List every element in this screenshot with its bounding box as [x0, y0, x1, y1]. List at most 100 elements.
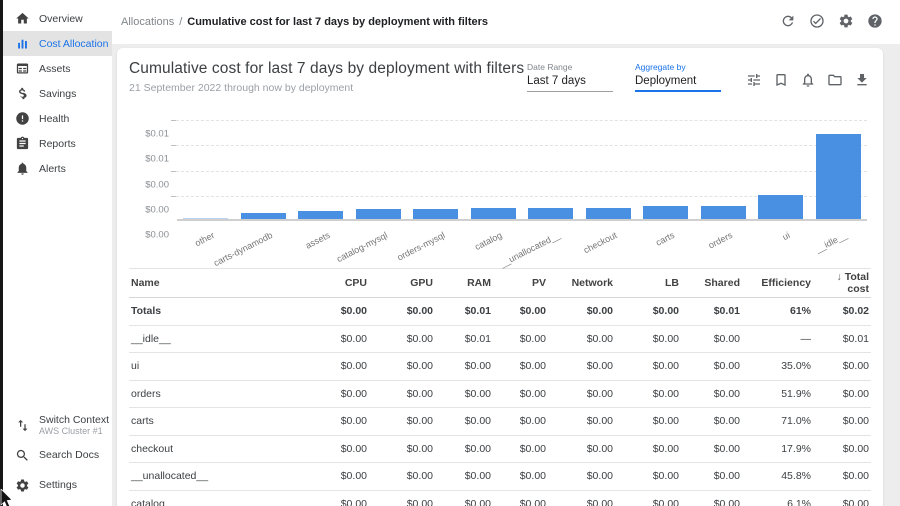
bar-slot — [350, 120, 408, 219]
bar-slot — [810, 120, 868, 219]
column-header-name[interactable]: Name — [129, 277, 299, 289]
row-value-cell: $0.00 — [299, 415, 369, 427]
sidebar-item-alerts[interactable]: Alerts — [3, 156, 112, 181]
row-value-cell: $0.00 — [493, 470, 548, 482]
sidebar-item-reports[interactable]: Reports — [3, 131, 112, 156]
bar-slot — [407, 120, 465, 219]
y-axis-label: $0.01 — [145, 129, 169, 140]
column-header-efficiency[interactable]: Efficiency — [742, 277, 813, 289]
bar-unallocated[interactable] — [528, 208, 573, 219]
row-value-cell: 61% — [742, 305, 813, 317]
row-name-cell: checkout — [129, 443, 299, 455]
table-row-checkout[interactable]: checkout$0.00$0.00$0.00$0.00$0.00$0.00$0… — [129, 436, 871, 464]
row-value-cell: $0.00 — [681, 470, 742, 482]
edit-filters-button[interactable] — [745, 72, 763, 90]
row-value-cell: 35.0% — [742, 360, 813, 372]
sidebar-item-savings[interactable]: Savings — [3, 81, 112, 106]
report-alerts-button[interactable] — [799, 72, 817, 90]
date-range-select[interactable]: Date Range Last 7 days — [527, 62, 613, 92]
row-name-cell: carts — [129, 415, 299, 427]
column-header-shared[interactable]: Shared — [681, 277, 742, 289]
column-header-pv[interactable]: PV — [493, 277, 548, 289]
mouse-cursor — [0, 489, 16, 506]
row-value-cell: $0.00 — [493, 443, 548, 455]
row-name-cell: Totals — [129, 305, 299, 317]
bar-carts[interactable] — [643, 206, 688, 219]
column-header-network[interactable]: Network — [548, 277, 615, 289]
sort-descending-icon: ↓ — [836, 271, 841, 283]
table-row-ui[interactable]: ui$0.00$0.00$0.00$0.00$0.00$0.00$0.0035.… — [129, 353, 871, 381]
bar-orders-mysql[interactable] — [413, 209, 458, 219]
check-circle-icon — [809, 13, 825, 32]
bar-catalog-mysql[interactable] — [356, 209, 401, 219]
breadcrumb-separator: / — [179, 16, 182, 28]
report-header: Cumulative cost for last 7 days by deplo… — [129, 48, 871, 106]
row-value-cell: $0.01 — [435, 333, 493, 345]
x-axis-label-ui: ui — [780, 230, 791, 242]
table-row-orders[interactable]: orders$0.00$0.00$0.00$0.00$0.00$0.00$0.0… — [129, 381, 871, 409]
row-value-cell: $0.02 — [813, 305, 871, 317]
sidebar: Overview Cost AllocationAssetsSavingsHeal… — [3, 0, 112, 506]
table-row-carts[interactable]: carts$0.00$0.00$0.00$0.00$0.00$0.00$0.00… — [129, 408, 871, 436]
row-value-cell: $0.00 — [548, 443, 615, 455]
row-value-cell: $0.00 — [493, 498, 548, 506]
app-settings-button[interactable] — [837, 13, 855, 31]
sidebar-item-health[interactable]: Health — [3, 106, 112, 131]
download-report-button[interactable] — [853, 72, 871, 90]
column-header-ram[interactable]: RAM — [435, 277, 493, 289]
bar-assets[interactable] — [298, 211, 343, 219]
sidebar-item-switch-context[interactable]: Switch ContextAWS Cluster #1 — [3, 410, 112, 440]
row-value-cell: $0.00 — [615, 333, 681, 345]
bar-slot — [695, 120, 753, 219]
report-card: Cumulative cost for last 7 days by deplo… — [117, 48, 883, 506]
sidebar-item-search-docs[interactable]: Search Docs — [3, 440, 112, 470]
home-icon — [15, 11, 30, 26]
row-value-cell: $0.00 — [299, 388, 369, 400]
save-report-button[interactable] — [772, 72, 790, 90]
row-value-cell: $0.00 — [813, 360, 871, 372]
sidebar-item-label: Overview — [39, 13, 83, 25]
table-row-idle[interactable]: __idle__$0.00$0.00$0.01$0.00$0.00$0.00$0… — [129, 326, 871, 354]
column-header-total-cost[interactable]: ↓Total cost — [813, 271, 871, 295]
bar-checkout[interactable] — [586, 208, 631, 219]
bar-carts-dynamodb[interactable] — [241, 213, 286, 219]
row-value-cell: $0.00 — [615, 415, 681, 427]
bar-ui[interactable] — [758, 195, 803, 219]
sidebar-item-overview[interactable]: Overview — [3, 6, 112, 31]
bar-chart-icon — [15, 36, 30, 51]
bar-orders[interactable] — [701, 206, 746, 219]
column-header-lb[interactable]: LB — [615, 277, 681, 289]
aggregate-by-select[interactable]: Aggregate by Deployment — [635, 62, 721, 92]
bar-other[interactable] — [183, 218, 228, 219]
sidebar-item-text: Settings — [39, 479, 77, 491]
x-axis-label-orders: orders — [707, 230, 734, 250]
bar-catalog[interactable] — [471, 208, 516, 219]
folder-icon — [827, 72, 843, 91]
help-icon — [867, 13, 883, 32]
sidebar-item-assets[interactable]: Assets — [3, 56, 112, 81]
aggregate-by-value[interactable]: Deployment — [635, 75, 721, 92]
table-row-totals[interactable]: Totals$0.00$0.00$0.01$0.00$0.00$0.00$0.0… — [129, 298, 871, 326]
row-value-cell: $0.00 — [435, 360, 493, 372]
row-name-cell: __unallocated__ — [129, 470, 299, 482]
sidebar-item-label: Reports — [39, 138, 76, 150]
table-row-catalog[interactable]: catalog$0.00$0.00$0.00$0.00$0.00$0.00$0.… — [129, 491, 871, 506]
sidebar-item-settings[interactable]: Settings — [3, 470, 112, 500]
open-reports-button[interactable] — [826, 72, 844, 90]
bar-slot — [235, 120, 293, 219]
y-axis-tick — [171, 145, 176, 146]
refresh-button[interactable] — [779, 13, 797, 31]
chart-bars — [177, 120, 867, 219]
help-button[interactable] — [866, 13, 884, 31]
sidebar-item-cost-allocation[interactable]: Cost Allocation — [3, 31, 112, 56]
bar-idle[interactable] — [816, 134, 861, 219]
status-check-button[interactable] — [808, 13, 826, 31]
report-controls: Date Range Last 7 days Aggregate by Depl… — [527, 60, 871, 92]
breadcrumb-allocations[interactable]: Allocations — [121, 16, 174, 28]
row-value-cell: $0.00 — [493, 388, 548, 400]
table-row-unallocated[interactable]: __unallocated__$0.00$0.00$0.00$0.00$0.00… — [129, 463, 871, 491]
column-header-cpu[interactable]: CPU — [299, 277, 369, 289]
date-range-value[interactable]: Last 7 days — [527, 75, 613, 92]
row-value-cell: $0.00 — [615, 443, 681, 455]
column-header-gpu[interactable]: GPU — [369, 277, 435, 289]
